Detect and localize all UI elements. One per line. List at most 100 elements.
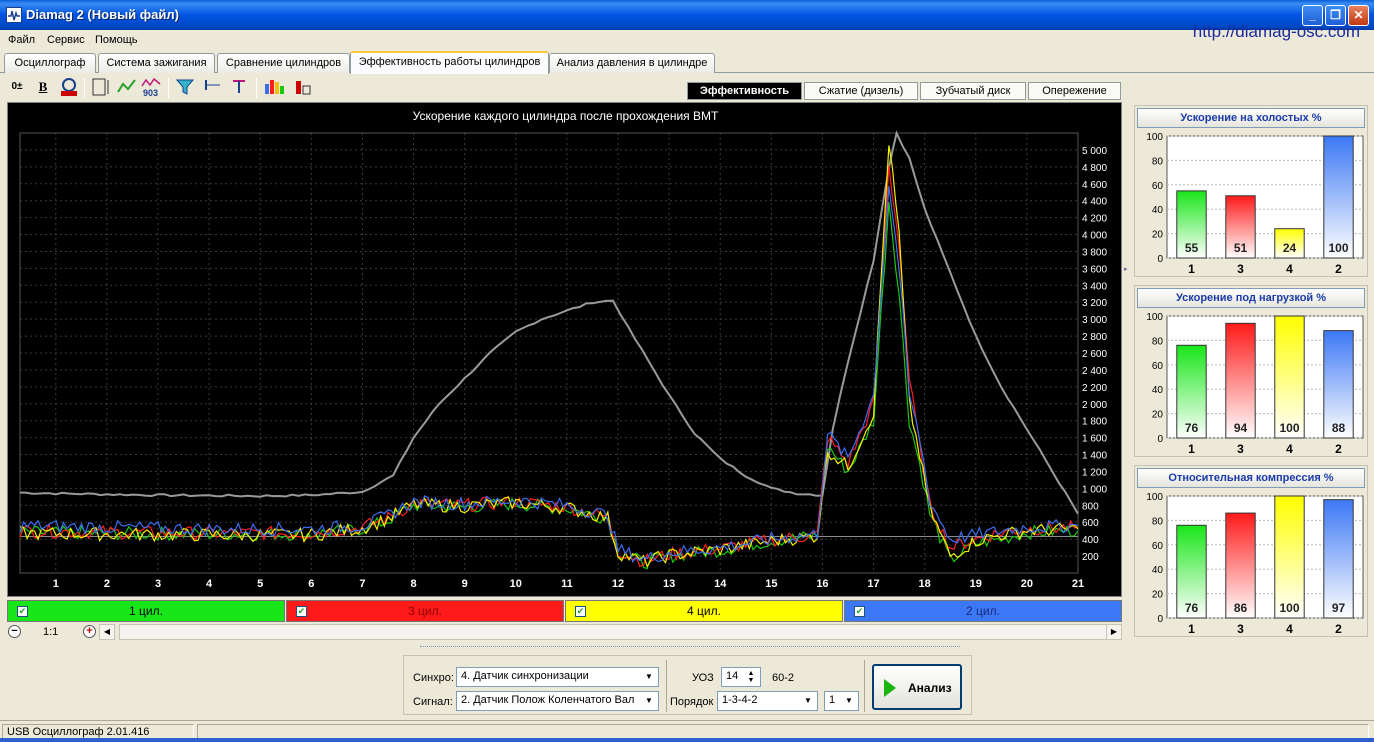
cylinder-toggle-1[interactable]: ✔ 1 цил.: [7, 600, 285, 622]
zoom-step-icon[interactable]: 0±: [6, 76, 28, 98]
chevron-down-icon[interactable]: ▼: [801, 694, 815, 708]
idle-acceleration-panel: Ускорение на холостых % 0 20 40 60 80 100 55 1 5…: [1134, 105, 1368, 277]
cylinder-label: 3 цил.: [408, 604, 442, 618]
cylinder-toggle-3[interactable]: ✔ 3 цил.: [286, 600, 564, 622]
idle-acceleration-bar-chart: 0 20 40 60 80 100 55 1 51 3 24 4 100 2: [1146, 132, 1364, 276]
menu-help[interactable]: Помощь: [95, 34, 138, 46]
panel-divider: [666, 660, 667, 712]
value-903-label: 903: [143, 88, 158, 98]
panel-divider: [864, 660, 865, 712]
checkbox-icon[interactable]: ✔: [854, 606, 865, 617]
bar-value-label: 97: [1332, 601, 1346, 615]
analyze-button[interactable]: Анализ: [872, 664, 962, 710]
tab-cylinder-pressure[interactable]: Анализ давления в цилиндре: [549, 53, 715, 73]
bar-category-label: 2: [1335, 622, 1342, 636]
series-line-1: [19, 202, 1079, 570]
relative-compression-bar-chart: 0 20 40 60 80 100 76 1 86 3 100 4 97 2: [1146, 492, 1364, 636]
x-tick-label: 7: [359, 578, 365, 590]
bar-y-tick-label: 80: [1152, 156, 1164, 167]
tab-ignition[interactable]: Система зажигания: [98, 53, 215, 73]
zoom-level: 1:1: [43, 626, 59, 638]
chevron-down-icon[interactable]: ▼: [642, 670, 656, 684]
toolbar-separator: [256, 78, 257, 98]
bar-value-label: 94: [1234, 421, 1248, 435]
panel-splitter[interactable]: [420, 646, 960, 650]
line-chart-icon[interactable]: [116, 76, 138, 98]
sort-icon[interactable]: [90, 76, 112, 98]
splitter-arrow-icon[interactable]: ▸: [1124, 265, 1130, 275]
menu-file[interactable]: Файл: [8, 34, 35, 46]
uoz-label: УОЗ: [692, 672, 714, 684]
zoom-out-icon[interactable]: −: [8, 625, 21, 638]
scroll-left-button[interactable]: ◀: [99, 624, 115, 640]
bar-value-label: 76: [1185, 421, 1199, 435]
x-tick-label: 15: [765, 578, 777, 590]
marker-icon[interactable]: [228, 76, 250, 98]
rpm-icon[interactable]: [58, 76, 80, 98]
bar-y-tick-label: 60: [1152, 541, 1164, 552]
cylinder-toggle-2[interactable]: ✔ 2 цил.: [844, 600, 1122, 622]
tab-oscillograph[interactable]: Осциллограф: [4, 53, 96, 73]
menu-service[interactable]: Сервис: [47, 34, 85, 46]
y-tick-label: 3 400: [1082, 281, 1107, 292]
value-903-icon[interactable]: 903: [140, 76, 162, 98]
checkbox-icon[interactable]: ✔: [296, 606, 307, 617]
signal-select[interactable]: 2. Датчик Полож Коленчатого Вал ▼: [456, 691, 659, 711]
x-tick-label: 20: [1021, 578, 1033, 590]
single-bar-icon[interactable]: [292, 76, 314, 98]
subtab-advance[interactable]: Опережение: [1028, 82, 1121, 100]
subtab-efficiency[interactable]: Эффективность: [687, 82, 802, 100]
x-tick-label: 4: [206, 578, 213, 590]
bar-category-label: 4: [1286, 262, 1293, 276]
tab-cylinder-efficiency[interactable]: Эффективность работы цилиндров: [350, 51, 549, 74]
uoz-stepper[interactable]: 14 ▲ ▼: [721, 667, 761, 687]
website-link[interactable]: http://diamag-osc.com: [1193, 22, 1360, 42]
numbering-icon[interactable]: [202, 76, 224, 98]
y-tick-label: 4 600: [1082, 180, 1107, 191]
sync-label: Синхро:: [413, 672, 454, 684]
bar-y-tick-label: 80: [1152, 516, 1164, 527]
subtab-toothed-disk[interactable]: Зубчатый диск: [920, 82, 1026, 100]
order-index-select[interactable]: 1 ▼: [824, 691, 859, 711]
relative-compression-title: Относительная компрессия %: [1137, 468, 1365, 488]
stepper-arrows-icon[interactable]: ▲ ▼: [744, 670, 758, 684]
window-bottom-border: [0, 738, 1374, 742]
y-tick-label: 3 000: [1082, 315, 1107, 326]
title-bar[interactable]: Diamag 2 (Новый файл) _ ❐ ✕: [0, 0, 1374, 30]
firing-order-value: 1-3-4-2: [722, 694, 758, 706]
bar-4: [1274, 315, 1305, 439]
y-tick-label: 2 600: [1082, 349, 1107, 360]
x-tick-label: 16: [816, 578, 828, 590]
cylinder-toggle-4[interactable]: ✔ 4 цил.: [565, 600, 843, 622]
app-icon: [6, 7, 22, 23]
y-tick-label: 600: [1082, 518, 1099, 529]
bar-y-tick-label: 100: [1146, 132, 1163, 143]
y-tick-label: 4 400: [1082, 197, 1107, 208]
sync-select[interactable]: 4. Датчик синхронизации ▼: [456, 667, 659, 687]
x-tick-label: 1: [53, 578, 59, 590]
scroll-right-button[interactable]: ▶: [1106, 624, 1122, 640]
bar-value-label: 55: [1185, 241, 1199, 255]
bar-chart-icon[interactable]: [262, 76, 284, 98]
checkbox-icon[interactable]: ✔: [575, 606, 586, 617]
acceleration-chart-svg: 1 2 3 4 5 6 7 8 9 10 11 12 13 14 15 16 17 18 19 20 212004006…: [19, 130, 1107, 590]
tab-cylinder-compare[interactable]: Сравнение цилиндров: [217, 53, 350, 73]
filter-icon[interactable]: [174, 76, 196, 98]
relative-compression-panel: Относительная компрессия % 0 20 40 60 80 100 7…: [1134, 465, 1368, 637]
bold-icon[interactable]: B: [32, 76, 54, 98]
y-tick-label: 1 800: [1082, 417, 1107, 428]
subtab-compression-diesel[interactable]: Сжатие (дизель): [804, 82, 918, 100]
firing-order-select[interactable]: 1-3-4-2 ▼: [717, 691, 818, 711]
horizontal-scrollbar[interactable]: [119, 624, 1122, 640]
zoom-in-icon[interactable]: +: [83, 625, 96, 638]
y-tick-label: 3 600: [1082, 264, 1107, 275]
acceleration-chart[interactable]: Ускорение каждого цилиндра после прохожд…: [7, 102, 1122, 597]
x-tick-label: 6: [308, 578, 314, 590]
checkbox-icon[interactable]: ✔: [17, 606, 28, 617]
x-tick-label: 11: [561, 578, 573, 590]
bar-y-tick-label: 0: [1157, 434, 1163, 445]
chevron-down-icon[interactable]: ▼: [642, 694, 656, 708]
chevron-down-icon[interactable]: ▼: [842, 694, 856, 708]
load-acceleration-panel: Ускорение под нагрузкой % 0 20 40 60 80 100 76…: [1134, 285, 1368, 457]
toolbar-separator: [168, 78, 169, 98]
